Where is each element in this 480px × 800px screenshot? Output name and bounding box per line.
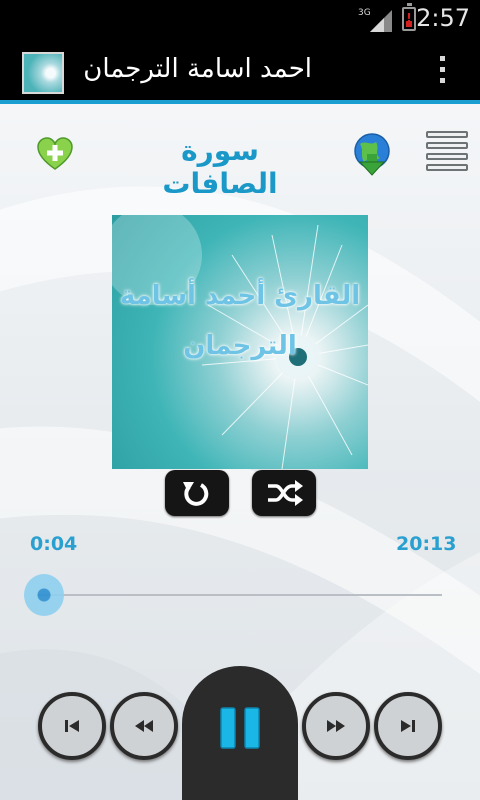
rewind-icon — [135, 720, 153, 732]
action-bar: احمد اسامة الترجمان — [0, 38, 480, 104]
status-bar: 3G ! 2:57 — [0, 0, 480, 38]
globe-download-icon — [354, 133, 390, 176]
skip-next-icon — [401, 720, 415, 732]
cover-line-name: الترجمان — [183, 331, 297, 361]
svg-text:3G: 3G — [358, 8, 371, 18]
skip-previous-icon — [65, 720, 79, 732]
playlist-button[interactable] — [426, 131, 468, 179]
favorite-add-button[interactable] — [36, 136, 74, 172]
repeat-icon — [183, 482, 209, 506]
surah-title: سورة الصافات — [162, 134, 278, 200]
fast-forward-icon — [327, 720, 345, 732]
shuffle-icon — [268, 480, 303, 506]
shuffle-button[interactable] — [252, 470, 316, 516]
fast-forward-button[interactable] — [302, 692, 370, 760]
list-icon — [426, 131, 468, 138]
rewind-button[interactable] — [110, 692, 178, 760]
cover-art: القارئ أحمد أسامة الترجمان — [112, 215, 368, 469]
previous-button[interactable] — [38, 692, 106, 760]
overflow-menu-icon[interactable] — [434, 56, 450, 90]
status-clock: 2:57 — [416, 4, 470, 32]
pause-icon — [220, 707, 260, 749]
cover-line-reciter: القارئ أحمد أسامة — [119, 281, 361, 311]
app-icon[interactable] — [22, 52, 64, 94]
download-button[interactable] — [350, 132, 394, 176]
repeat-button[interactable] — [165, 470, 229, 516]
app-title: احمد اسامة الترجمان — [83, 54, 312, 84]
pause-button[interactable] — [182, 666, 298, 800]
seek-thumb[interactable] — [24, 574, 64, 616]
heart-plus-icon — [37, 137, 73, 170]
seek-bar[interactable] — [38, 594, 442, 596]
elapsed-time: 0:04 — [30, 533, 78, 555]
next-button[interactable] — [374, 692, 442, 760]
total-time: 20:13 — [396, 533, 457, 555]
battery-icon: ! — [402, 3, 416, 31]
signal-icon: 3G — [358, 8, 392, 32]
